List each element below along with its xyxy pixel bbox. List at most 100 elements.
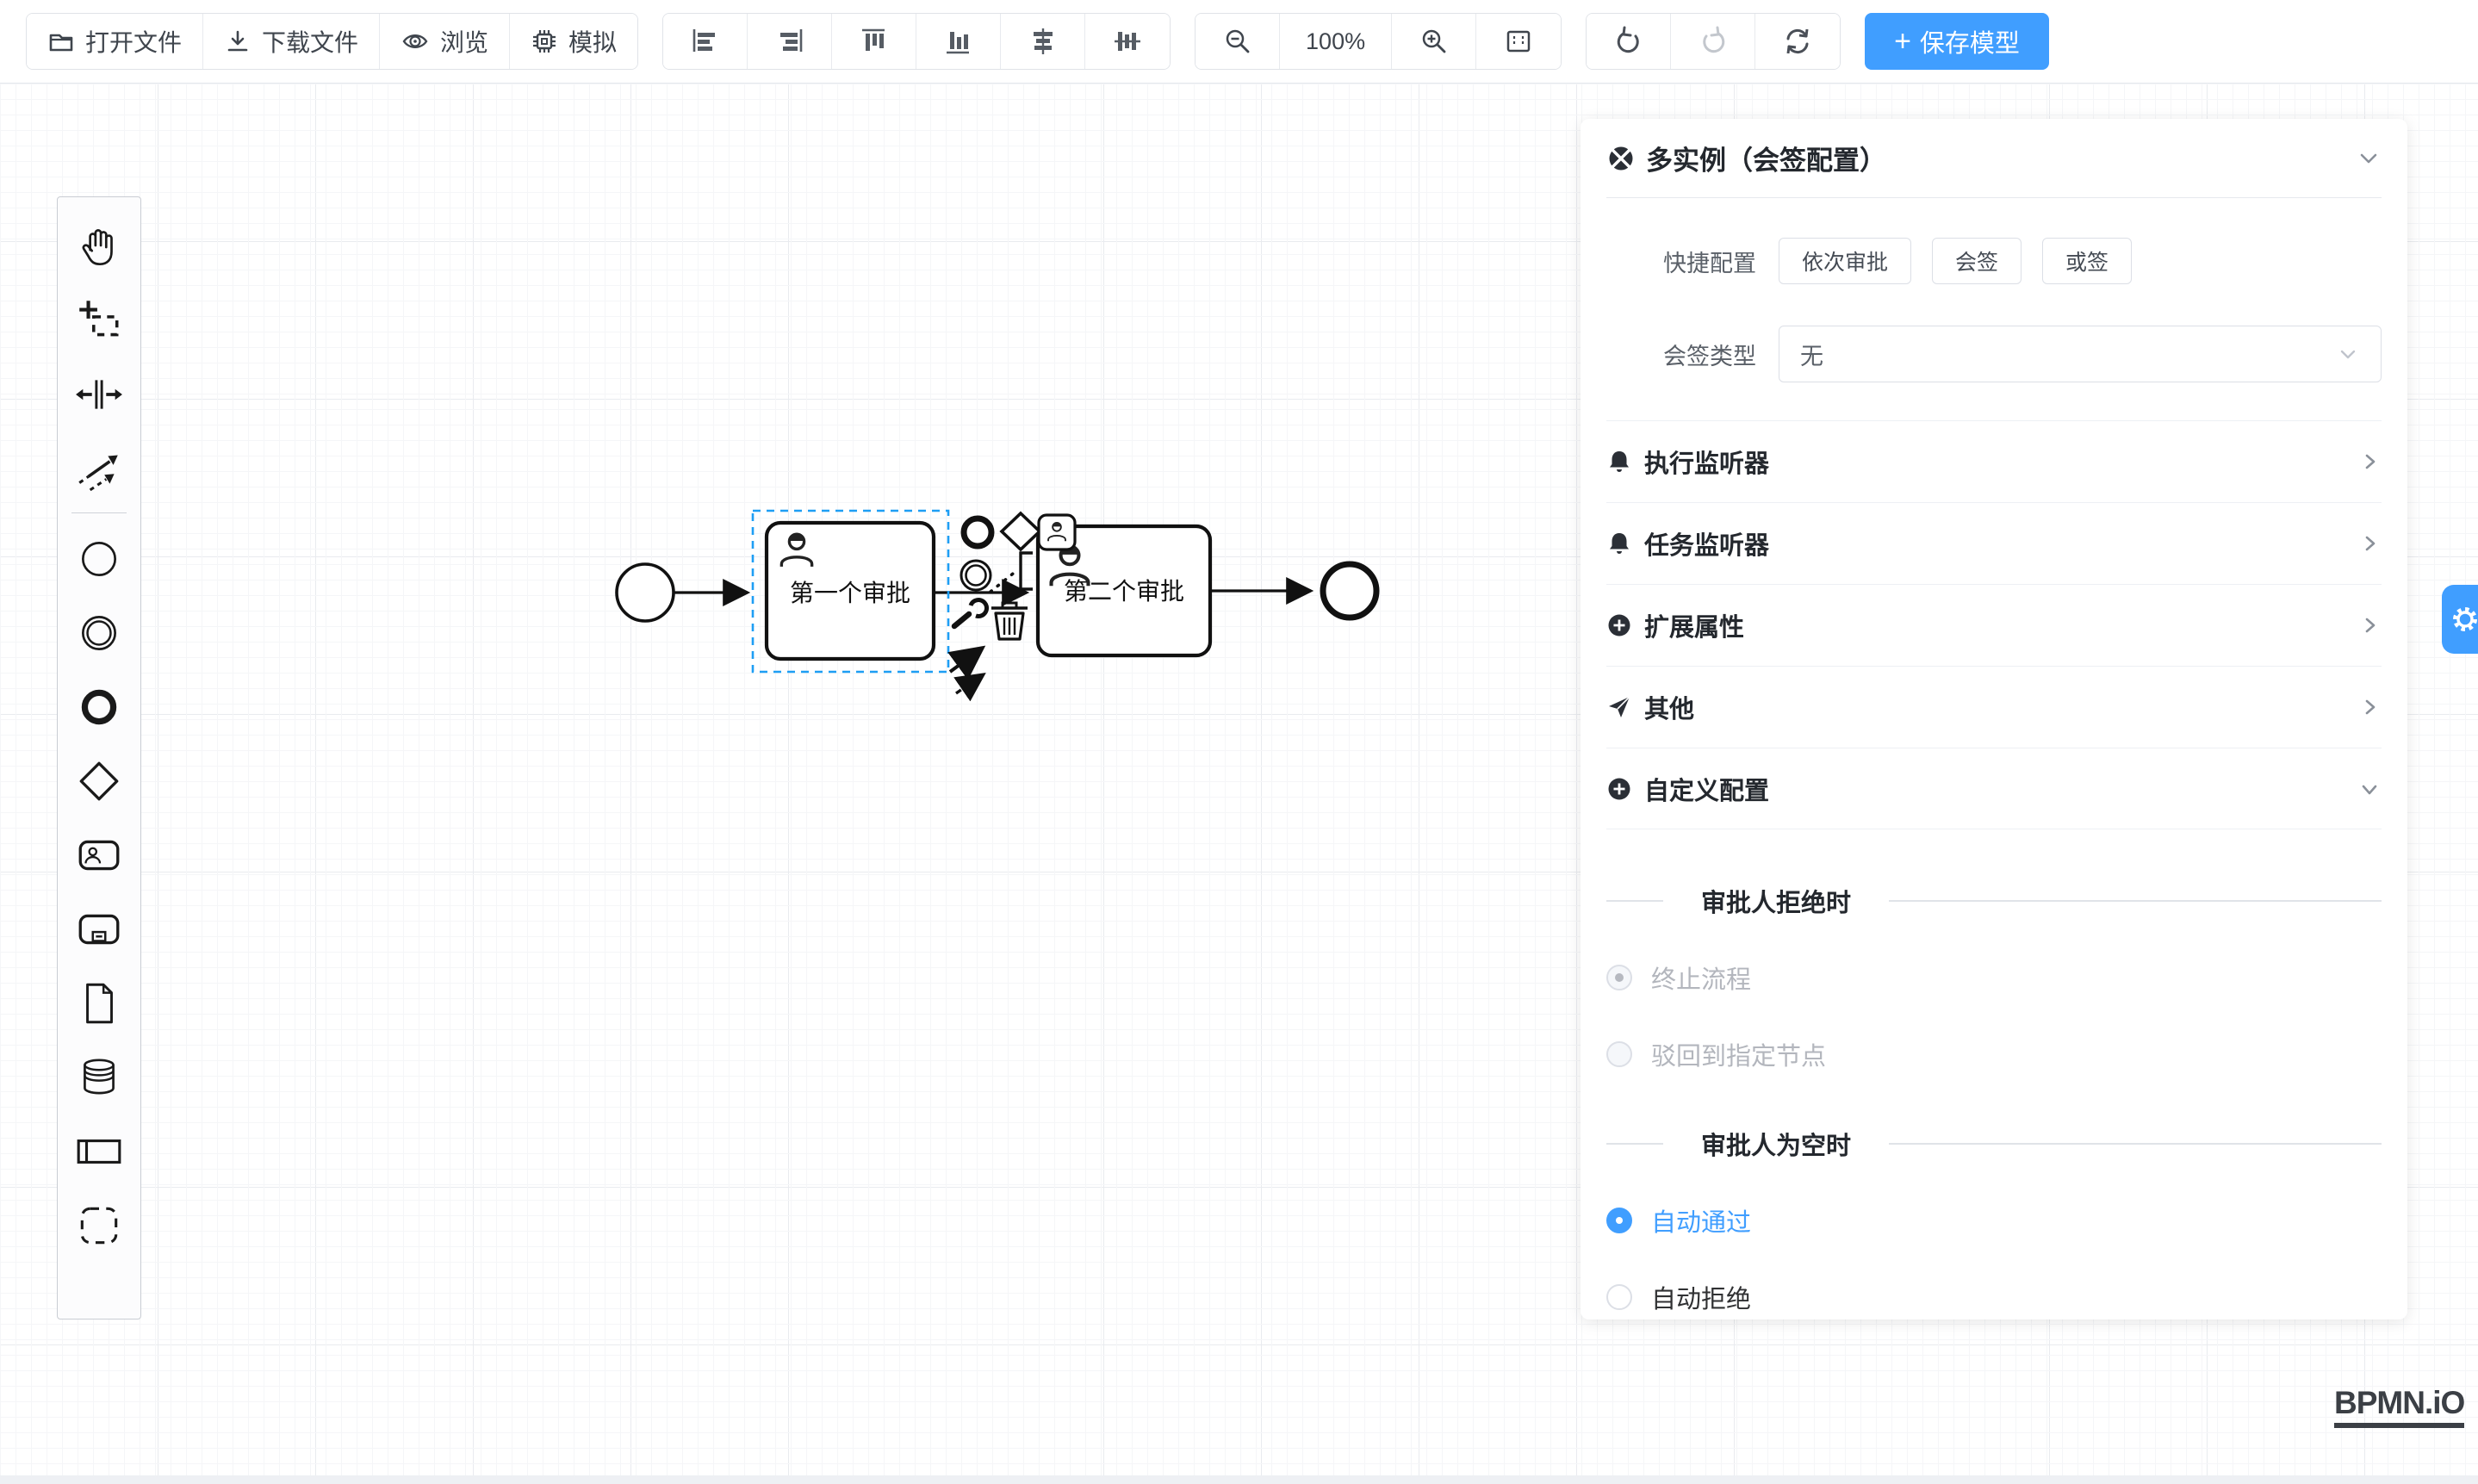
- panel-header[interactable]: 多实例（会签配置）: [1606, 119, 2382, 198]
- radio-return-to-node[interactable]: 驳回到指定节点: [1606, 1036, 2382, 1072]
- simulate-button[interactable]: 模拟: [510, 14, 637, 69]
- end-event[interactable]: [1323, 564, 1376, 618]
- radio-label: 自动通过: [1651, 1202, 1751, 1239]
- multi-type-label: 会签类型: [1606, 338, 1779, 371]
- save-model-label: 保存模型: [1920, 23, 2020, 59]
- file-button-group: 打开文件 下载文件 浏览 模拟: [26, 13, 638, 70]
- task2-label: 第二个审批: [1064, 578, 1184, 605]
- radio-label: 终止流程: [1651, 959, 1751, 996]
- fit-viewport-button[interactable]: [1476, 14, 1561, 69]
- start-event[interactable]: [617, 564, 674, 621]
- bpmn-io-logo[interactable]: BPMN.iO: [2334, 1385, 2464, 1428]
- multi-type-select[interactable]: 无: [1779, 326, 2382, 382]
- space-tool[interactable]: [63, 357, 135, 432]
- chevron-right-icon: [2357, 531, 2382, 556]
- toolbar: 打开文件 下载文件 浏览 模拟 100% + 保存模: [0, 0, 2478, 84]
- radio-icon: [1606, 965, 1632, 990]
- radio-terminate-process[interactable]: 终止流程: [1606, 959, 2382, 996]
- create-gateway[interactable]: [63, 744, 135, 818]
- undo-button[interactable]: [1587, 14, 1671, 69]
- create-intermediate-event[interactable]: [63, 596, 135, 670]
- zoom-level: 100%: [1280, 14, 1392, 69]
- zoom-in-button[interactable]: [1392, 14, 1476, 69]
- preview-label: 浏览: [440, 24, 488, 59]
- append-text-annotation-icon[interactable]: [1021, 553, 1033, 589]
- section-custom-config[interactable]: 自定义配置: [1606, 748, 2382, 829]
- zoom-out-button[interactable]: [1196, 14, 1280, 69]
- palette-separator: [71, 512, 127, 513]
- plus-icon: +: [1894, 27, 1911, 56]
- redo-button[interactable]: [1671, 14, 1755, 69]
- task1-label: 第一个审批: [790, 580, 910, 606]
- save-model-button[interactable]: + 保存模型: [1865, 13, 2049, 70]
- history-button-group: [1586, 13, 1841, 70]
- chevron-down-icon: [2357, 777, 2382, 801]
- open-file-button[interactable]: 打开文件: [27, 14, 203, 69]
- reset-button[interactable]: [1755, 14, 1840, 69]
- section-other[interactable]: 其他: [1606, 666, 2382, 748]
- zoom-button-group: 100%: [1195, 13, 1562, 70]
- align-center-button[interactable]: [1001, 14, 1085, 69]
- plus-circle-icon: [1606, 776, 1632, 802]
- section-extended-properties[interactable]: 扩展属性: [1606, 584, 2382, 666]
- radio-icon: [1606, 1208, 1632, 1233]
- section-label: 执行监听器: [1644, 444, 2357, 480]
- create-data-store[interactable]: [63, 1040, 135, 1115]
- section-label: 任务监听器: [1644, 525, 2357, 562]
- chevron-right-icon: [2357, 450, 2382, 474]
- radio-auto-reject[interactable]: 自动拒绝: [1606, 1279, 2382, 1315]
- append-intermediate-event-icon[interactable]: [961, 561, 991, 590]
- simulate-label: 模拟: [568, 24, 617, 59]
- quick-option-orsign-button[interactable]: 或签: [2042, 238, 2132, 284]
- radio-icon: [1606, 1041, 1632, 1067]
- download-icon: [224, 28, 252, 55]
- chevron-right-icon: [2357, 613, 2382, 637]
- align-left-button[interactable]: [663, 14, 748, 69]
- chevron-right-icon: [2357, 695, 2382, 719]
- quick-config-label: 快捷配置: [1606, 245, 1779, 278]
- section-label: 其他: [1644, 689, 2357, 725]
- section-label: 扩展属性: [1644, 607, 2357, 643]
- multi-type-value: 无: [1800, 338, 2336, 371]
- create-user-task[interactable]: [63, 818, 135, 892]
- align-bottom-button[interactable]: [916, 14, 1001, 69]
- create-end-event[interactable]: [63, 670, 135, 744]
- gear-icon: [2449, 603, 2478, 636]
- append-end-event-icon[interactable]: [964, 518, 991, 546]
- global-connect-tool[interactable]: [63, 432, 135, 506]
- panel-title: 多实例（会签配置）: [1646, 139, 2356, 177]
- panel-toggle-tab[interactable]: [2442, 585, 2478, 654]
- empty-title: 审批人为空时: [1701, 1126, 1851, 1162]
- radio-icon: [1606, 1284, 1632, 1310]
- create-subprocess[interactable]: [63, 892, 135, 966]
- section-label: 自定义配置: [1644, 771, 2357, 807]
- create-start-event[interactable]: [63, 522, 135, 596]
- quick-option-sequential-button[interactable]: 依次审批: [1779, 238, 1911, 284]
- radio-label: 驳回到指定节点: [1651, 1036, 1826, 1072]
- hand-tool[interactable]: [63, 209, 135, 283]
- align-right-button[interactable]: [748, 14, 832, 69]
- properties-panel: 多实例（会签配置） 快捷配置 依次审批 会签 或签 会签类型 无 执行监听器 任…: [1581, 119, 2407, 1319]
- create-data-object[interactable]: [63, 966, 135, 1040]
- multi-type-row: 会签类型 无: [1606, 326, 2382, 382]
- quick-option-countersign-button[interactable]: 会签: [1932, 238, 2022, 284]
- align-button-group: [662, 13, 1171, 70]
- eye-icon: [401, 28, 430, 55]
- shape-palette: [57, 196, 141, 1319]
- section-list: 执行监听器 任务监听器 扩展属性 其他 自定义配置: [1606, 420, 2382, 829]
- download-file-button[interactable]: 下载文件: [203, 14, 380, 69]
- bell-icon: [1606, 531, 1632, 556]
- section-task-listener[interactable]: 任务监听器: [1606, 502, 2382, 584]
- create-group[interactable]: [63, 1189, 135, 1263]
- section-execution-listener[interactable]: 执行监听器: [1606, 420, 2382, 502]
- radio-auto-pass[interactable]: 自动通过: [1606, 1202, 2382, 1239]
- task-first-approval[interactable]: 第一个审批: [767, 523, 934, 659]
- lasso-tool[interactable]: [63, 283, 135, 357]
- quick-config-row: 快捷配置 依次审批 会签 或签: [1606, 238, 2382, 284]
- preview-button[interactable]: 浏览: [380, 14, 510, 69]
- folder-open-icon: [47, 28, 75, 55]
- create-participant[interactable]: [63, 1115, 135, 1189]
- append-user-task-icon[interactable]: [1039, 515, 1075, 550]
- align-top-button[interactable]: [832, 14, 916, 69]
- align-middle-button[interactable]: [1085, 14, 1170, 69]
